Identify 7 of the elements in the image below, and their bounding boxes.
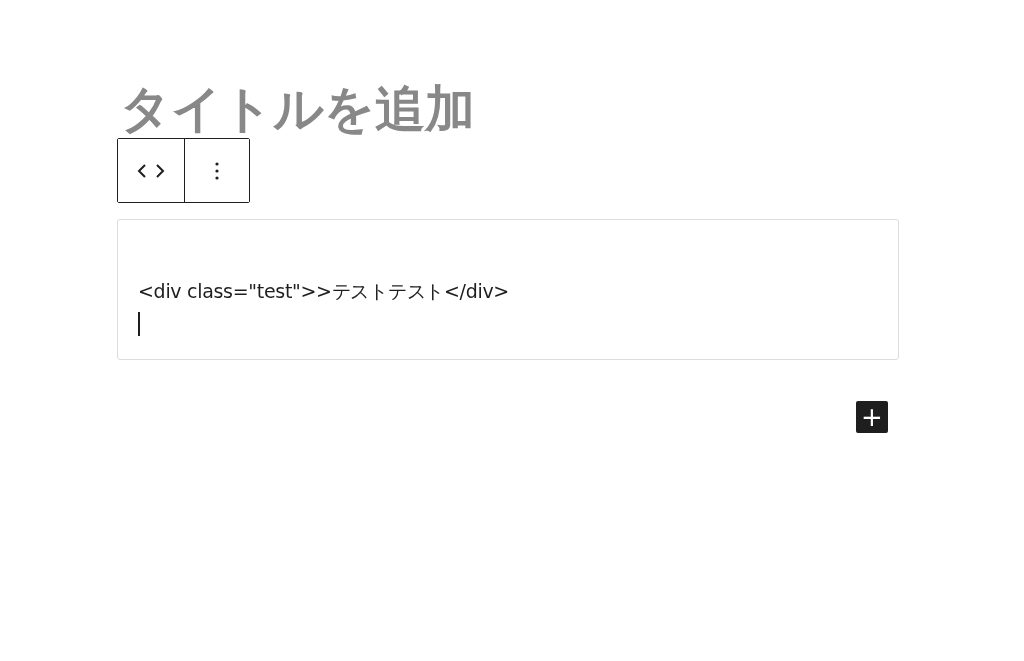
code-text: <div class="test">>テストテスト</div> (138, 279, 510, 304)
html-editor[interactable]: <div class="test">>テストテスト</div> (117, 219, 899, 360)
code-icon (137, 162, 165, 179)
add-block-button[interactable]: + (856, 401, 888, 433)
title-field[interactable]: タイトルを追加 (117, 78, 820, 140)
options-button[interactable] (184, 139, 249, 202)
more-icon (215, 161, 219, 180)
